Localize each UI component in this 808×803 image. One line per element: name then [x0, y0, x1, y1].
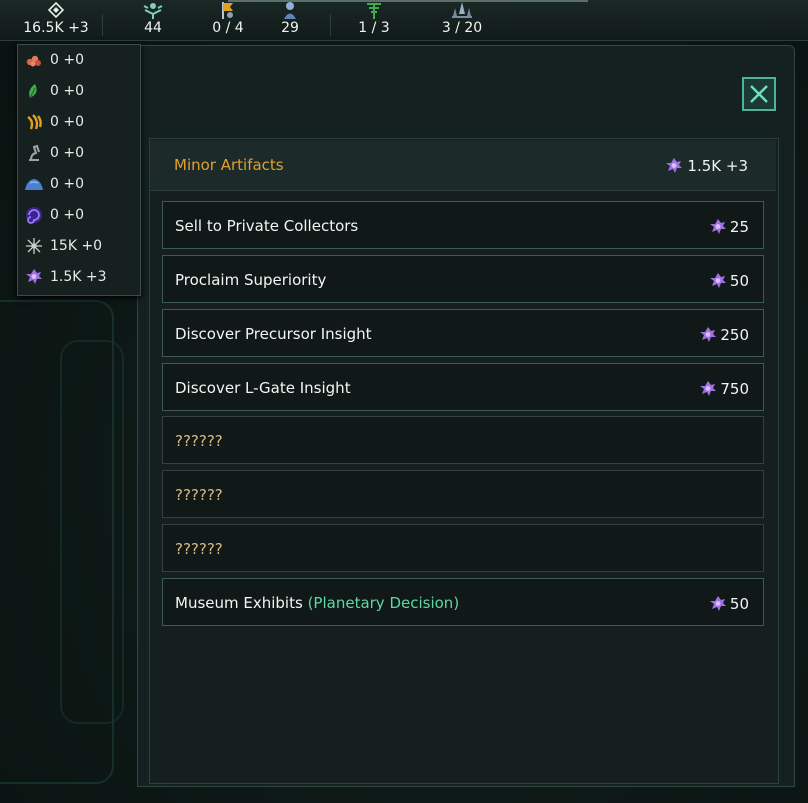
resource-row-minerals[interactable]: 0 +0 [24, 48, 84, 72]
top-resource-bar: 16.5K +3 44 0 / 4 29 1 / 3 3 / 20 [0, 0, 808, 41]
divider [102, 14, 103, 36]
resource-row-crystals[interactable]: 0 +0 [24, 172, 84, 196]
option-cost: 25 [708, 217, 749, 237]
resource-row-minor-artifacts[interactable]: 1.5K +3 [24, 265, 107, 289]
option-label: Discover Precursor Insight [175, 325, 372, 343]
dark-matter-icon [24, 205, 44, 225]
starbase-icon [365, 0, 383, 20]
envoy-indicator[interactable]: 0 / 4 [204, 0, 252, 40]
influence-indicator[interactable]: 44 [130, 0, 176, 40]
minerals-cluster-icon [24, 50, 44, 70]
fleet-indicator[interactable]: 3 / 20 [434, 0, 490, 40]
fleet-value: 3 / 20 [441, 20, 483, 36]
option-label: Proclaim Superiority [175, 271, 327, 289]
option-cost: 250 [698, 325, 749, 345]
population-icon [283, 0, 297, 20]
resource-value: 0 +0 [50, 83, 84, 99]
resource-row-nanites[interactable]: 15K +0 [24, 234, 102, 258]
resource-value: 15K +0 [50, 238, 103, 254]
panel-header: Minor Artifacts 1.5K +3 [150, 140, 776, 191]
influence-value: 44 [144, 20, 162, 36]
option-cost: 50 [708, 594, 749, 614]
resource-value: 0 +0 [50, 176, 84, 192]
option-cost-value: 250 [720, 326, 749, 344]
minor-artifacts-icon [709, 219, 726, 234]
artifact-amount-value: 1.5K +3 [687, 157, 748, 175]
minor-artifacts-icon [24, 267, 44, 287]
resource-value: 0 +0 [50, 52, 84, 68]
resource-row-food[interactable]: 0 +0 [24, 79, 84, 103]
minor-artifacts-icon [709, 273, 726, 288]
planetary-decision-tag: (Planetary Decision) [307, 594, 460, 612]
nanites-icon [24, 236, 44, 256]
resource-row-research[interactable]: 0 +0 [24, 141, 84, 165]
divider [330, 14, 331, 36]
population-indicator[interactable]: 29 [274, 0, 306, 40]
energy-icon [48, 0, 64, 20]
envoy-value: 0 / 4 [212, 20, 244, 36]
energy-indicator[interactable]: 16.5K +3 [18, 0, 94, 40]
panel-title: Minor Artifacts [174, 156, 284, 174]
option-label-text: Museum Exhibits [175, 594, 303, 612]
artifact-amount: 1.5K +3 [664, 156, 748, 176]
resource-value: 0 +0 [50, 207, 84, 223]
resource-dropdown: 0 +0 0 +0 0 +0 0 +0 0 +0 0 +0 15K +0 1.5… [17, 44, 141, 296]
option-museum-exhibits[interactable]: Museum Exhibits (Planetary Decision) 50 [162, 578, 764, 626]
close-button[interactable] [742, 77, 776, 111]
close-icon [750, 85, 768, 103]
option-proclaim-superiority[interactable]: Proclaim Superiority 50 [162, 255, 764, 303]
option-cost-value: 750 [720, 380, 749, 398]
resource-value: 1.5K +3 [50, 269, 107, 285]
option-unknown[interactable]: ?????? [162, 470, 764, 518]
option-label: ?????? [175, 540, 223, 558]
background-frame-inner [60, 340, 124, 724]
option-discover-precursor-insight[interactable]: Discover Precursor Insight 250 [162, 309, 764, 357]
resource-value: 0 +0 [50, 114, 84, 130]
option-label: ?????? [175, 486, 223, 504]
option-cost: 750 [698, 379, 749, 399]
option-sell-to-private-collectors[interactable]: Sell to Private Collectors 25 [162, 201, 764, 249]
resource-row-exotic-gases[interactable]: 0 +0 [24, 110, 84, 134]
minor-artifacts-icon [709, 596, 726, 611]
option-label: Discover L-Gate Insight [175, 379, 351, 397]
option-cost-value: 25 [729, 218, 749, 236]
option-label: ?????? [175, 432, 223, 450]
option-label: Museum Exhibits (Planetary Decision) [175, 594, 459, 612]
energy-value: 16.5K +3 [23, 20, 89, 36]
crystals-icon [24, 174, 44, 194]
option-cost-value: 50 [729, 272, 749, 290]
option-label: Sell to Private Collectors [175, 217, 359, 235]
fleet-icon [451, 0, 473, 20]
influence-icon [142, 0, 164, 20]
resource-row-dark-matter[interactable]: 0 +0 [24, 203, 84, 227]
option-unknown[interactable]: ?????? [162, 524, 764, 572]
option-unknown[interactable]: ?????? [162, 416, 764, 464]
minor-artifacts-icon [666, 158, 683, 173]
exotic-gases-icon [24, 112, 44, 132]
option-discover-l-gate-insight[interactable]: Discover L-Gate Insight 750 [162, 363, 764, 411]
option-cost-value: 50 [729, 595, 749, 613]
option-cost: 50 [708, 271, 749, 291]
leaf-icon [24, 81, 44, 101]
research-icon [24, 143, 44, 163]
starbase-indicator[interactable]: 1 / 3 [350, 0, 398, 40]
population-value: 29 [281, 20, 299, 36]
envoy-icon [219, 0, 237, 20]
starbase-value: 1 / 3 [358, 20, 390, 36]
resource-value: 0 +0 [50, 145, 84, 161]
minor-artifacts-icon [700, 381, 717, 396]
minor-artifacts-icon [700, 327, 717, 342]
